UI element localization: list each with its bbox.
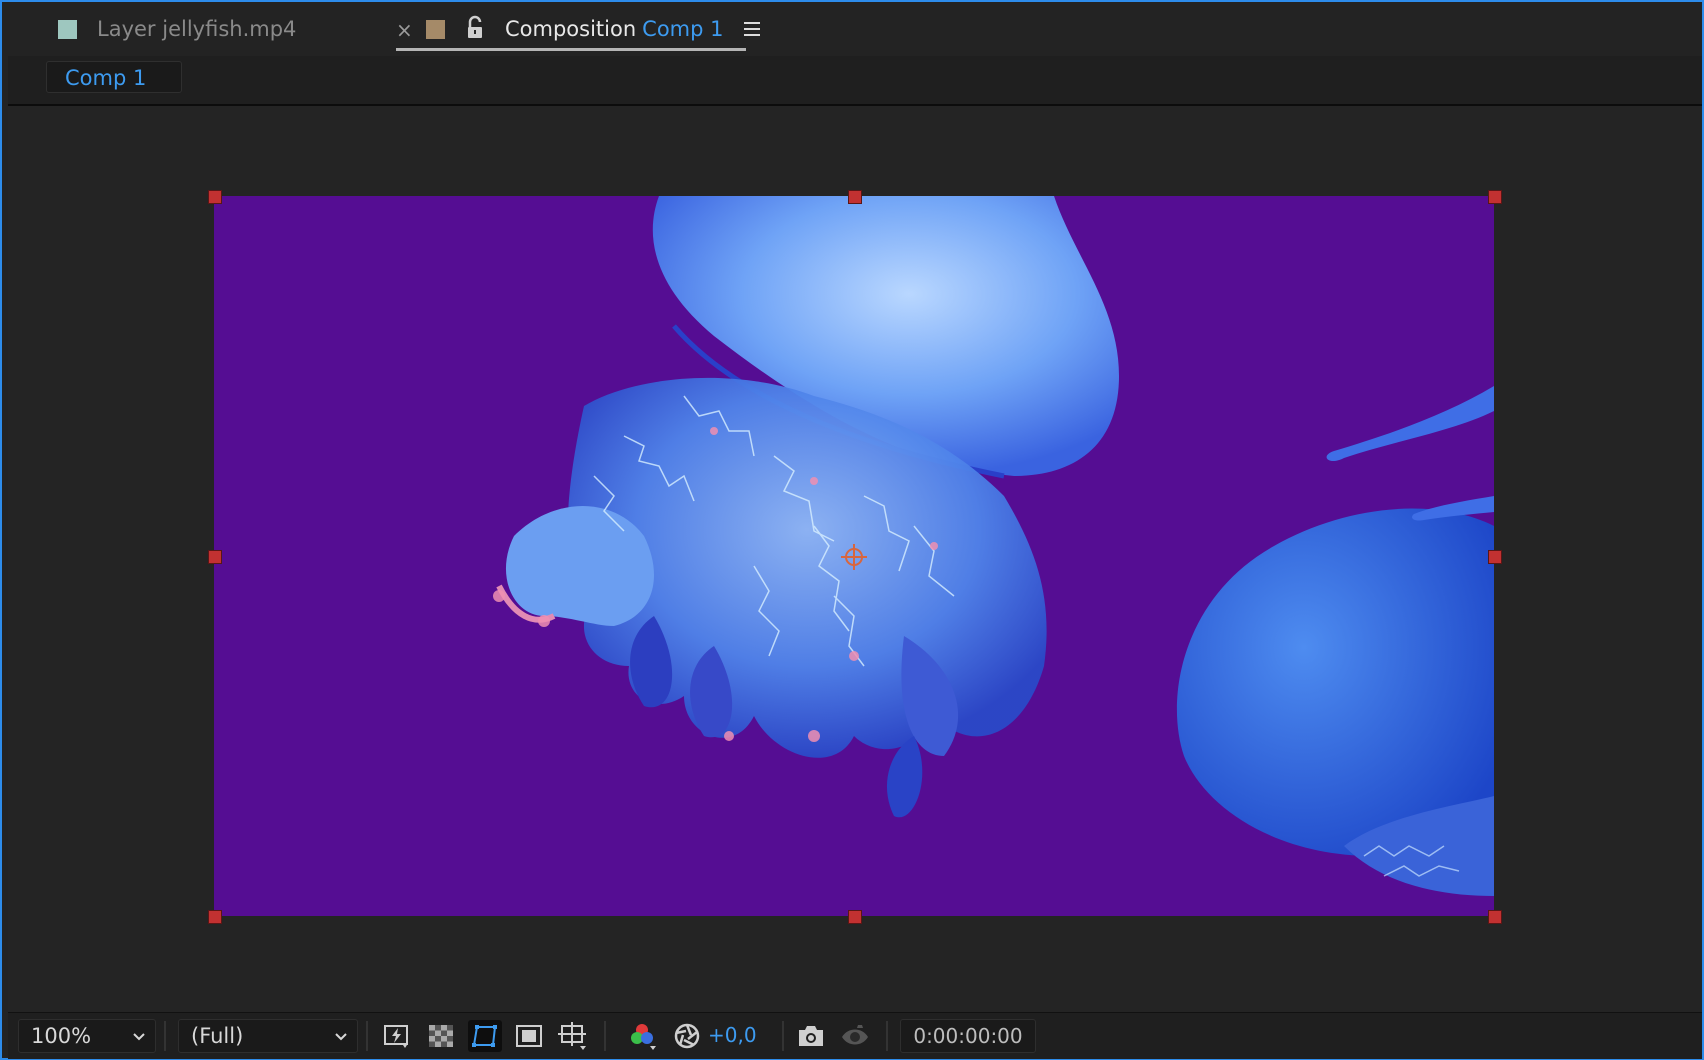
tab-composition-prefix: Composition	[505, 17, 637, 41]
layer-handle-top-right[interactable]	[1488, 190, 1502, 204]
tab-layer-label: Layer jellyfish.mp4	[97, 17, 297, 41]
magnification-dropdown[interactable]: 100%	[18, 1019, 156, 1053]
anchor-point-icon[interactable]	[839, 542, 869, 572]
resolution-value: (Full)	[191, 1024, 244, 1048]
composition-panel: Layer jellyfish.mp4 × Composition Comp 1…	[0, 0, 1704, 1060]
layer-handle-bottom-center[interactable]	[848, 910, 862, 924]
transparency-grid-icon[interactable]	[424, 1020, 458, 1052]
composition-frame[interactable]	[214, 196, 1494, 916]
grid-guides-icon[interactable]	[556, 1020, 590, 1052]
divider	[604, 1021, 606, 1051]
breadcrumb-comp[interactable]: Comp 1	[46, 61, 182, 93]
magnification-value: 100%	[31, 1024, 92, 1048]
tab-composition-name: Comp 1	[642, 17, 724, 41]
layer-label-color	[58, 19, 77, 39]
tab-layer[interactable]: Layer jellyfish.mp4	[58, 2, 296, 56]
snapshot-icon[interactable]	[794, 1020, 828, 1052]
layer-handle-top-left[interactable]	[208, 190, 222, 204]
exposure-value[interactable]: +0,0	[708, 1023, 757, 1047]
composition-navigator: Comp 1	[8, 56, 1702, 106]
panel-menu-icon[interactable]	[742, 19, 762, 39]
chevron-down-icon	[133, 1033, 145, 1041]
divider	[886, 1021, 888, 1051]
fast-previews-icon[interactable]	[380, 1020, 414, 1052]
divider	[782, 1021, 784, 1051]
active-tab-indicator	[396, 48, 746, 51]
layer-handle-bottom-right[interactable]	[1488, 910, 1502, 924]
composition-label-color	[426, 19, 445, 39]
resolution-dropdown[interactable]: (Full)	[178, 1019, 358, 1053]
layer-handle-middle-left[interactable]	[208, 550, 222, 564]
layer-handle-top-center[interactable]	[848, 190, 862, 204]
divider	[164, 1021, 166, 1051]
region-of-interest-icon[interactable]	[512, 1020, 546, 1052]
show-snapshot-icon[interactable]	[838, 1020, 872, 1052]
current-time-display[interactable]: 0:00:00:00	[900, 1019, 1036, 1053]
tab-bar: Layer jellyfish.mp4 × Composition Comp 1	[8, 2, 1702, 56]
composition-viewer[interactable]	[8, 106, 1702, 1012]
viewer-toolbar: 100% (Full) +0,0 0:00:00:00	[8, 1012, 1702, 1059]
mask-path-visibility-icon[interactable]	[468, 1020, 502, 1052]
chevron-down-icon	[335, 1033, 347, 1041]
reset-exposure-icon[interactable]	[670, 1020, 704, 1052]
layer-handle-middle-right[interactable]	[1488, 550, 1502, 564]
lock-icon[interactable]	[465, 15, 487, 43]
layer-handle-bottom-left[interactable]	[208, 910, 222, 924]
show-channel-icon[interactable]	[626, 1020, 660, 1052]
divider	[366, 1021, 368, 1051]
